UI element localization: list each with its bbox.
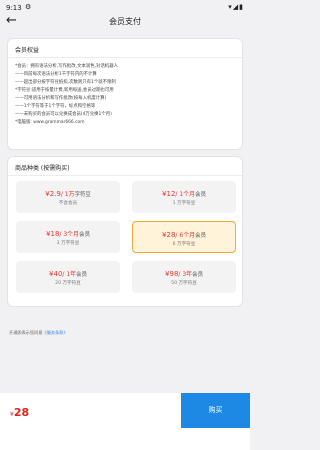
product-option-3-years[interactable]: ¥98/ 3年会员 50 万字符豆 (132, 261, 236, 293)
product-price-line: ¥40/ 1年会员 (16, 269, 120, 278)
benefits-list: *会员：拥有语法分析,写作批改,文本润色,对话机器人 ——目前每次语法分析1千字… (15, 63, 239, 127)
product-option-1w-chars[interactable]: ¥2.9/ 1万字符豆 不含会员 (16, 181, 120, 213)
benefits-divider (8, 57, 242, 58)
benefit-line: ——超出部分按字符豆抵扣,次数则只有1个就不限制 (15, 80, 116, 85)
product-desc: 50 万字符豆 (171, 281, 197, 286)
price-suffix: 会员 (192, 272, 203, 278)
gear-icon: ⚙ (25, 3, 32, 11)
product-desc: 3 万字符豆 (56, 241, 80, 246)
total-amount: 28 (13, 406, 30, 419)
benefits-title: 会员权益 (15, 47, 40, 54)
checkout-bar: ¥28 购买 (0, 393, 250, 450)
product-desc: 20 万字符豆 (55, 281, 81, 286)
benefit-line: ——1个字符等于1个字符，标点和空格等 (15, 104, 96, 109)
buy-button[interactable]: 购买 (181, 393, 250, 428)
product-price-line: ¥98/ 3年会员 (132, 269, 236, 278)
product-price-line: ¥12/ 1个月会员 (132, 189, 236, 198)
top-bar: ← 会员支付 (0, 12, 250, 32)
price-value: 2.9 (49, 190, 61, 198)
product-option-6-months-selected[interactable]: ¥28/ 6个月会员 6 万字符豆 (132, 221, 236, 253)
price-unit: / 1万 (60, 191, 75, 198)
price-unit: / 1年 (62, 271, 77, 278)
signal-wifi-battery-icons: ▾◢▮ (228, 3, 244, 11)
price-suffix: 会员 (195, 192, 206, 198)
price-suffix: 会员 (79, 232, 90, 238)
product-option-1-year[interactable]: ¥40/ 1年会员 20 万字符豆 (16, 261, 120, 293)
products-card: 商品种类 (按需购买) ¥2.9/ 1万字符豆 不含会员 ¥12/ 1个月会员 … (7, 156, 243, 307)
benefit-line: ——可用语法分析和写作批改(按每入机度计算) (15, 96, 107, 101)
product-desc: 不含会员 (58, 201, 78, 206)
price-unit: / 3个月 (59, 231, 80, 238)
products-divider (8, 175, 242, 176)
agreement-label: 开通即表示您同意 (9, 330, 43, 335)
agreement-text: 开通即表示您同意《服务条款》 (9, 330, 68, 336)
terms-link[interactable]: 《服务条款》 (43, 330, 68, 335)
price-suffix: 会员 (76, 272, 87, 278)
benefit-line: *字符豆:适用于按量计费,新用每送,会员过期也可用 (15, 88, 114, 93)
price-unit: / 3年 (178, 271, 193, 278)
page-title: 会员支付 (109, 17, 141, 26)
product-price-line: ¥2.9/ 1万字符豆 (16, 189, 120, 198)
product-option-3-months[interactable]: ¥18/ 3个月会员 3 万字符豆 (16, 221, 120, 253)
benefits-card: 会员权益 *会员：拥有语法分析,写作批改,文本润色,对话机器人 ——目前每次语法… (7, 38, 243, 150)
product-desc: 6 万字符豆 (172, 242, 196, 247)
price-unit: / 1个月 (175, 191, 196, 198)
total-price: ¥28 (10, 401, 29, 420)
status-time: 9:13 (6, 4, 22, 12)
product-option-1-month[interactable]: ¥12/ 1个月会员 1 万字符豆 (132, 181, 236, 213)
benefit-line: *会员：拥有语法分析,写作批改,文本润色,对话机器人 (15, 64, 118, 69)
product-desc: 1 万字符豆 (172, 201, 196, 206)
price-suffix: 字符豆 (74, 192, 91, 198)
benefit-line: ——目前每次语法分析1千字符内的不计算 (15, 72, 97, 77)
products-title: 商品种类 (按需购买) (15, 165, 70, 172)
product-price-line: ¥18/ 3个月会员 (16, 229, 120, 238)
price-unit: / 6个月 (175, 232, 196, 239)
price-suffix: 会员 (195, 233, 206, 239)
benefit-line: *电脑版: www.grammar666.com (15, 120, 85, 125)
benefit-line: ——未购买的会员可以兑换成会员(4万兑换1个月) (15, 112, 112, 117)
product-price-line: ¥28/ 6个月会员 (133, 230, 235, 239)
